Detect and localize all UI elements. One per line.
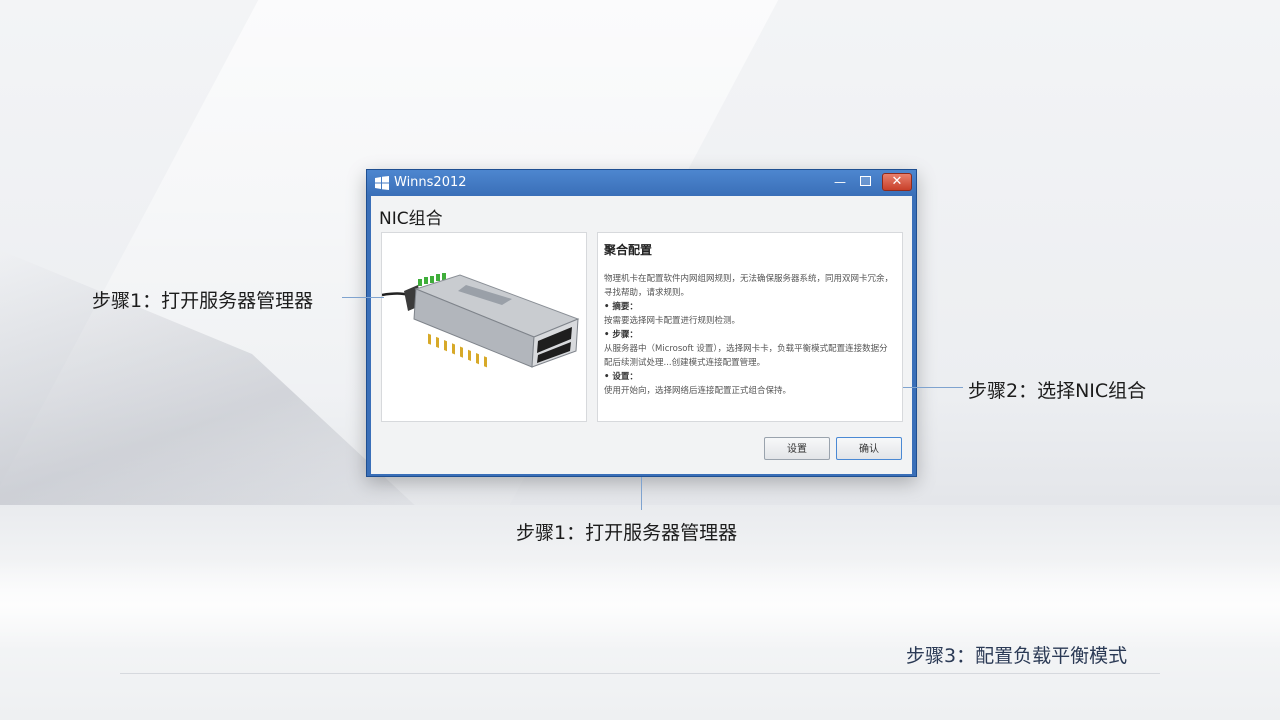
settings-button[interactable]: 设置 bbox=[764, 437, 830, 460]
maximize-icon bbox=[860, 176, 871, 186]
info-text-settings: 使用开始向，选择网络后连接配置正式组合保持。 bbox=[604, 386, 792, 396]
dialog-title: NIC组合 bbox=[379, 209, 443, 229]
dialog-window: Winns2012 — ✕ NIC组合 聚合配置 物理机卡在配置软件内网组网规则… bbox=[366, 169, 917, 477]
close-icon: ✕ bbox=[891, 174, 903, 189]
dialog-client-area: NIC组合 聚合配置 物理机卡在配置软件内网组网规则，无法确保服务器系统，同用双… bbox=[371, 196, 912, 474]
annotation-step1-left: 步骤1：打开服务器管理器 bbox=[92, 290, 314, 312]
window-title: Winns2012 bbox=[394, 175, 467, 190]
windows-logo-icon bbox=[375, 176, 389, 190]
info-bullet-settings: • 设置： bbox=[604, 372, 638, 382]
info-heading: 聚合配置 bbox=[604, 243, 653, 257]
info-bullet-steps: • 步骤： bbox=[604, 330, 638, 340]
annotation-step2: 步骤2：选择NIC组合 bbox=[968, 380, 1147, 402]
title-bar[interactable]: Winns2012 — ✕ bbox=[367, 170, 916, 196]
close-button[interactable]: ✕ bbox=[882, 173, 912, 191]
background-floor-highlight bbox=[0, 560, 1280, 650]
info-text-steps: 从服务器中（Microsoft 设置），选择网卡卡，负载平衡模式配置连接数据分配… bbox=[604, 344, 888, 368]
connector-line-right bbox=[903, 387, 963, 388]
connector-line-left bbox=[342, 297, 384, 298]
confirm-button[interactable]: 确认 bbox=[836, 437, 902, 460]
minimize-icon: — bbox=[834, 175, 846, 189]
minimize-button[interactable]: — bbox=[829, 173, 851, 191]
connector-line-bottom bbox=[641, 477, 642, 510]
aggregation-info-panel: 聚合配置 物理机卡在配置软件内网组网规则，无法确保服务器系统，同用双网卡冗余，寻… bbox=[597, 232, 903, 422]
annotation-step3: 步骤3：配置负载平衡模式 bbox=[906, 645, 1128, 667]
info-paragraph: 物理机卡在配置软件内网组网规则，无法确保服务器系统，同用双网卡冗余，寻找帮助，请… bbox=[604, 274, 894, 298]
annotation-step1-bottom: 步骤1：打开服务器管理器 bbox=[516, 522, 738, 544]
footer-divider bbox=[120, 673, 1160, 674]
maximize-button[interactable] bbox=[855, 173, 877, 191]
product-image-panel bbox=[381, 232, 587, 422]
info-bullet-summary: • 摘要： bbox=[604, 302, 638, 312]
info-text-summary: 按需要选择网卡配置进行规则检测。 bbox=[604, 316, 741, 326]
sfp-transceiver-image bbox=[381, 273, 580, 368]
